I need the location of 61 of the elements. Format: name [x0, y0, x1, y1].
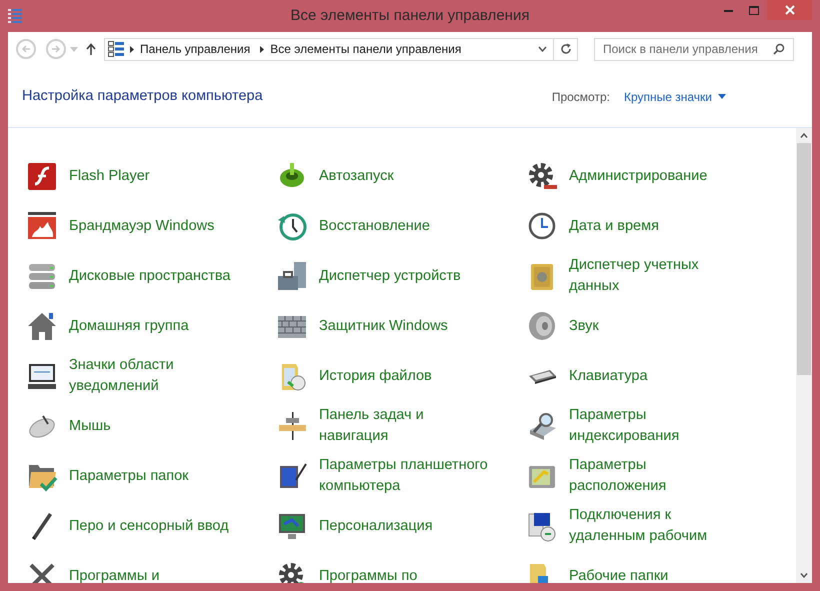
control-panel-link[interactable]: Брандмауэр Windows — [69, 216, 214, 236]
forward-arrow-icon — [51, 45, 61, 53]
breadcrumb-arrow-icon[interactable] — [130, 46, 134, 52]
control-panel-link[interactable]: Персонализация — [319, 516, 433, 536]
caret-down-icon — [718, 94, 726, 99]
page-heading: Настройка параметров компьютера — [22, 86, 264, 106]
control-panel-link[interactable]: Восстановление — [319, 216, 430, 236]
breadcrumb-arrow-icon[interactable] — [260, 46, 264, 52]
minimize-icon — [724, 8, 732, 12]
clock-icon — [526, 210, 558, 242]
control-panel-link[interactable]: Flash Player — [69, 166, 150, 186]
scroll-down-icon[interactable] — [800, 573, 808, 578]
view-label: Просмотр: — [552, 88, 610, 106]
control-panel-link[interactable]: Подключения к удаленным рабочим — [569, 505, 708, 547]
control-panel-link[interactable]: Параметры индексирования — [569, 405, 680, 447]
remote-desktop-icon — [526, 510, 558, 542]
control-panel-link[interactable]: Автозапуск — [319, 166, 394, 186]
scrollbar-thumb[interactable] — [797, 143, 811, 375]
control-panel-icon — [108, 41, 124, 57]
breadcrumb[interactable]: Все элементы панели управления — [270, 40, 462, 58]
gear-icon — [526, 160, 558, 192]
taskbar-icon — [276, 410, 308, 442]
control-panel-link[interactable]: Программы и — [69, 566, 160, 583]
maximize-icon — [749, 6, 759, 14]
view-dropdown[interactable]: Крупные значки — [624, 88, 726, 106]
control-panel-link[interactable]: Панель задач и навигация — [319, 405, 424, 447]
toolbox-icon — [276, 260, 308, 292]
control-panel-link[interactable]: Перо и сенсорный ввод — [69, 516, 229, 536]
search-icon — [773, 43, 785, 55]
control-panel-link[interactable]: Рабочие папки — [569, 566, 668, 583]
control-panel-link[interactable]: Параметры расположения — [569, 455, 666, 497]
scroll-up-icon[interactable] — [800, 133, 808, 138]
house-icon — [26, 310, 58, 342]
window-title: Все элементы панели управления — [290, 6, 530, 26]
control-panel-link[interactable]: Диспетчер учетных данных — [569, 255, 699, 297]
close-button[interactable] — [767, 0, 812, 20]
control-panel-link[interactable]: Параметры папок — [69, 466, 188, 486]
up-arrow-icon[interactable] — [86, 43, 96, 55]
control-panel-link[interactable]: Защитник Windows — [319, 316, 448, 336]
control-panel-link[interactable]: Администрирование — [569, 166, 708, 186]
control-panel-link[interactable]: История файлов — [319, 366, 432, 386]
back-arrow-icon — [21, 45, 31, 53]
control-panel-link[interactable]: Домашняя группа — [69, 316, 189, 336]
control-panel-link[interactable]: Клавиатура — [569, 366, 648, 386]
scrollbar[interactable] — [796, 128, 812, 583]
control-panel-link[interactable]: Звук — [569, 316, 599, 336]
control-panel-link[interactable]: Дата и время — [569, 216, 659, 236]
control-panel-link[interactable]: Программы по — [319, 566, 418, 583]
search-field[interactable]: Поиск в панели управления — [594, 38, 794, 60]
flash-icon — [26, 160, 58, 192]
control-panel-link[interactable]: Значки области уведомлений — [69, 355, 174, 397]
control-panel-link[interactable]: Мышь — [69, 416, 111, 436]
control-panel-link[interactable]: Параметры планшетного компьютера — [319, 455, 488, 497]
refresh-icon — [560, 43, 572, 55]
breadcrumb[interactable]: Панель управления — [140, 40, 250, 58]
control-panel-link[interactable]: Дисковые пространства — [69, 266, 230, 286]
control-panel-link[interactable]: Диспетчер устройств — [319, 266, 461, 286]
address-bar[interactable]: Панель управления Все элементы панели управления — [104, 38, 578, 60]
close-icon — [784, 5, 794, 15]
chevron-down-icon[interactable] — [538, 46, 547, 52]
list-view-icon[interactable] — [8, 8, 22, 24]
